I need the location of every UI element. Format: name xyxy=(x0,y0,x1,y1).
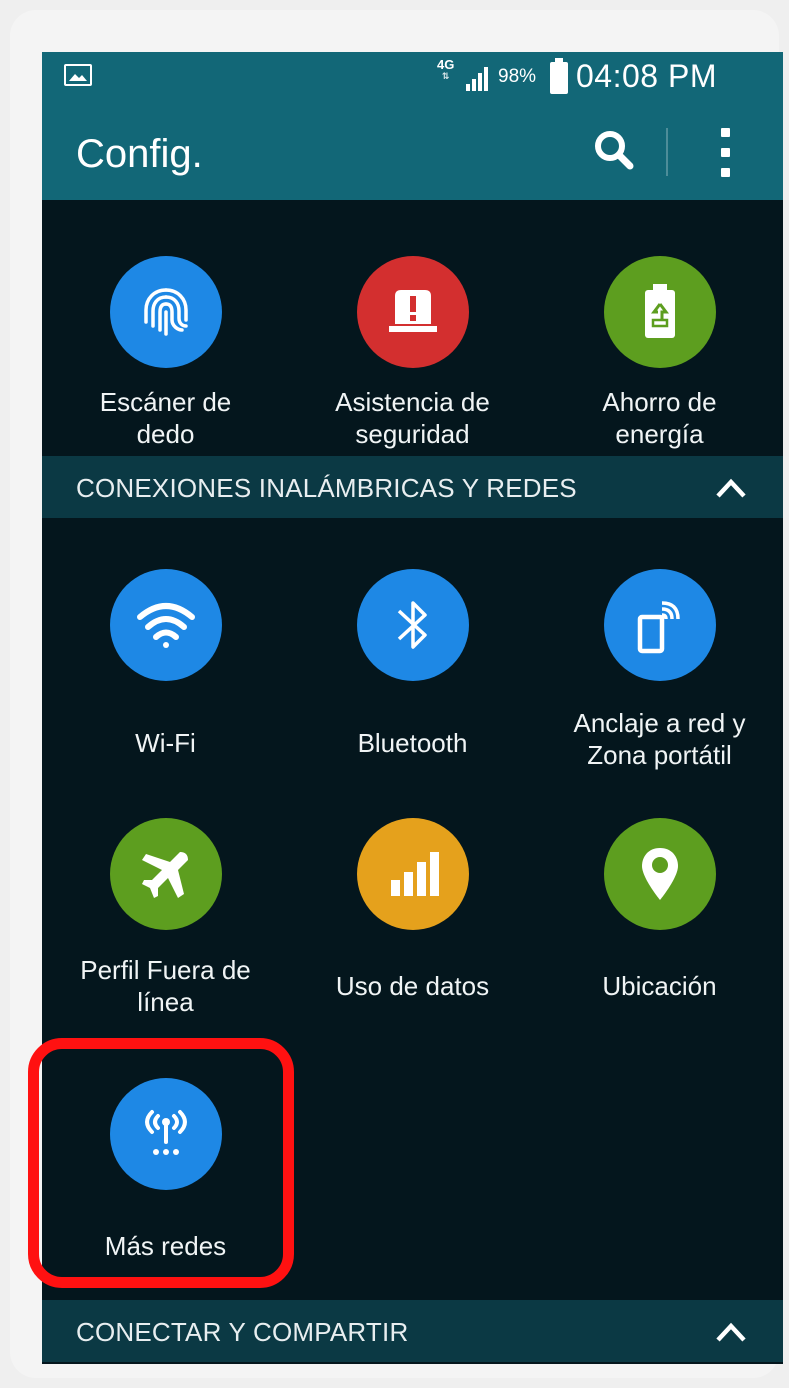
search-icon xyxy=(595,131,634,170)
settings-item-label: Ubicación xyxy=(602,971,717,1001)
settings-item-data-usage[interactable]: Uso de datos xyxy=(289,818,536,1048)
settings-item-safety-assistance[interactable]: Asistencia de seguridad xyxy=(289,256,536,486)
section-title: CONEXIONES INALÁMBRICAS Y REDES xyxy=(76,473,577,503)
settings-item-location[interactable]: Ubicación xyxy=(536,818,783,1048)
settings-item-label: Anclaje a red y Zona portátil xyxy=(573,708,746,770)
settings-item-label: Uso de datos xyxy=(335,971,490,1001)
settings-item-bluetooth[interactable]: Bluetooth xyxy=(289,569,536,799)
tethering-icon xyxy=(604,569,716,681)
battery-saver-icon xyxy=(604,256,716,368)
section-title: CONECTAR Y COMPARTIR xyxy=(76,1317,409,1347)
settings-item-wifi[interactable]: Wi-Fi xyxy=(42,569,289,799)
settings-item-label: Bluetooth xyxy=(357,728,468,758)
network-type-indicator: 4G ⇅ xyxy=(437,58,454,81)
settings-item-offline-mode[interactable]: Perfil Fuera de línea xyxy=(42,818,289,1048)
action-bar: Config. xyxy=(42,104,783,200)
data-usage-icon xyxy=(357,818,469,930)
settings-item-fingerprint[interactable]: Escáner de dedo xyxy=(42,256,289,486)
section-header-connect-share[interactable]: CONECTAR Y COMPARTIR xyxy=(42,1300,783,1362)
settings-item-label: Ahorro de energía xyxy=(602,387,717,449)
alert-siren-icon xyxy=(357,256,469,368)
page-title: Config. xyxy=(76,132,203,176)
bluetooth-icon xyxy=(357,569,469,681)
chevron-up-icon[interactable] xyxy=(714,1316,748,1346)
highlight-box xyxy=(28,1038,294,1288)
gallery-notification-icon xyxy=(64,64,92,86)
settings-item-tethering[interactable]: Anclaje a red y Zona portátil xyxy=(536,569,783,799)
settings-item-label: Asistencia de seguridad xyxy=(335,387,490,449)
fingerprint-icon xyxy=(110,256,222,368)
wifi-icon xyxy=(110,569,222,681)
overflow-menu-button[interactable] xyxy=(706,126,746,182)
data-activity-icon: ⇅ xyxy=(441,71,450,81)
device-frame: 4G ⇅ 98% 04:08 PM Config. Escáner de ded… xyxy=(10,10,783,1378)
location-pin-icon xyxy=(604,818,716,930)
clock: 04:08 PM xyxy=(576,58,717,94)
airplane-icon xyxy=(110,818,222,930)
status-bar: 4G ⇅ 98% 04:08 PM xyxy=(42,52,783,104)
action-bar-divider xyxy=(666,128,668,176)
chevron-up-icon[interactable] xyxy=(714,472,748,502)
settings-item-label: Escáner de dedo xyxy=(99,387,232,449)
battery-icon xyxy=(550,58,568,94)
settings-item-label: Wi-Fi xyxy=(135,728,196,758)
signal-strength-icon xyxy=(466,67,488,91)
section-header-wireless[interactable]: CONEXIONES INALÁMBRICAS Y REDES xyxy=(42,456,783,518)
settings-item-label: Perfil Fuera de línea xyxy=(80,955,251,1017)
battery-percentage: 98% xyxy=(498,66,537,87)
network-type-label: 4G xyxy=(437,57,455,72)
settings-item-power-saving[interactable]: Ahorro de energía xyxy=(536,256,783,486)
search-button[interactable] xyxy=(590,126,640,176)
